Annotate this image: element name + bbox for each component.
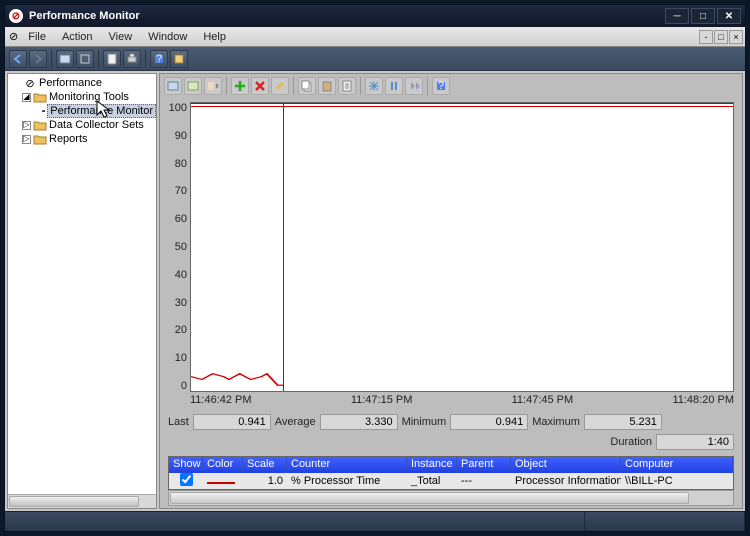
- tree-monitoring-tools[interactable]: ◢ Monitoring Tools: [8, 90, 156, 104]
- min-label: Minimum: [402, 416, 447, 428]
- print-button[interactable]: [123, 50, 141, 68]
- menu-help[interactable]: Help: [195, 29, 234, 45]
- view-graph-button[interactable]: [184, 77, 202, 95]
- close-button[interactable]: ✕: [717, 8, 741, 24]
- max-label: Maximum: [532, 416, 580, 428]
- app-icon: ⊘: [9, 9, 23, 23]
- dur-value: 1:40: [656, 434, 734, 450]
- tree-item-perfmon[interactable]: Performance Monitor: [8, 104, 156, 118]
- chart-line: [191, 103, 733, 391]
- menu-file[interactable]: File: [20, 29, 54, 45]
- perfmon-toolbar: ?: [160, 74, 742, 98]
- expand-icon[interactable]: ▷: [22, 135, 31, 144]
- show-hide-tree-button[interactable]: [56, 50, 74, 68]
- perfmon-window: ⊘ Performance Monitor ─ □ ✕ ⊘ File Actio…: [4, 4, 746, 532]
- tree-root[interactable]: ⊘ Performance: [8, 76, 156, 90]
- max-value: 5.231: [584, 414, 662, 430]
- maximize-button[interactable]: □: [691, 8, 715, 24]
- grid-header[interactable]: Show Color Scale Counter Instance Parent…: [169, 457, 733, 473]
- min-value: 0.941: [450, 414, 528, 430]
- app-menu-icon[interactable]: ⊘: [9, 30, 18, 43]
- results-pane: ? 1009080706050403020100 11:46:42 PM11:4…: [159, 73, 743, 509]
- copy-button[interactable]: [298, 77, 316, 95]
- stats-row: Last 0.941 Average 3.330 Minimum 0.941 M…: [160, 410, 742, 434]
- chart-plot[interactable]: [190, 102, 734, 392]
- titlebar[interactable]: ⊘ Performance Monitor ─ □ ✕: [5, 5, 745, 27]
- col-counter[interactable]: Counter: [287, 457, 407, 473]
- cell-instance: _Total: [407, 474, 457, 488]
- back-button[interactable]: [9, 50, 27, 68]
- cell-object: Processor Information: [511, 474, 621, 488]
- collapse-icon[interactable]: ◢: [22, 93, 31, 102]
- update-button[interactable]: [405, 77, 423, 95]
- help-button[interactable]: ?: [150, 50, 168, 68]
- col-color[interactable]: Color: [203, 457, 243, 473]
- grid-row[interactable]: 1.0 % Processor Time _Total --- Processo…: [169, 473, 733, 489]
- view-type-button[interactable]: [204, 77, 222, 95]
- stats-row2: Duration 1:40: [160, 434, 742, 454]
- add-counter-button[interactable]: [231, 77, 249, 95]
- window-title: Performance Monitor: [29, 10, 140, 22]
- x-axis: 11:46:42 PM11:47:15 PM11:47:45 PM11:48:2…: [160, 392, 742, 410]
- toolbar-help-button[interactable]: ?: [432, 77, 450, 95]
- mmc-toolbar: ?: [5, 47, 745, 71]
- counter-grid[interactable]: Show Color Scale Counter Instance Parent…: [168, 456, 734, 490]
- col-parent[interactable]: Parent: [457, 457, 511, 473]
- action-button[interactable]: [170, 50, 188, 68]
- col-object[interactable]: Object: [511, 457, 621, 473]
- y-axis: 1009080706050403020100: [164, 102, 190, 392]
- forward-button[interactable]: [29, 50, 47, 68]
- expand-icon[interactable]: ▷: [22, 121, 31, 130]
- col-show[interactable]: Show: [169, 457, 203, 473]
- grid-scrollbar[interactable]: [168, 490, 734, 506]
- export-button[interactable]: [76, 50, 94, 68]
- console-tree[interactable]: ⊘ Performance ◢ Monitoring Tools Perform…: [7, 73, 157, 509]
- statusbar: [5, 511, 745, 531]
- menubar: ⊘ File Action View Window Help - □ ×: [5, 27, 745, 47]
- dur-label: Duration: [610, 436, 652, 448]
- paste-button[interactable]: [318, 77, 336, 95]
- col-computer[interactable]: Computer: [621, 457, 733, 473]
- col-scale[interactable]: Scale: [243, 457, 287, 473]
- mdi-close-button[interactable]: ×: [729, 30, 743, 44]
- avg-value: 3.330: [320, 414, 398, 430]
- svg-text:?: ?: [438, 80, 444, 92]
- cell-parent: ---: [457, 474, 511, 488]
- delete-counter-button[interactable]: [251, 77, 269, 95]
- perf-icon: ⊘: [23, 77, 37, 89]
- svg-text:?: ?: [156, 53, 162, 65]
- tree-scrollbar[interactable]: [8, 494, 156, 508]
- folder-icon: [33, 91, 47, 103]
- tree-reports[interactable]: ▷ Reports: [8, 132, 156, 146]
- cell-computer: \\BILL-PC: [621, 474, 733, 488]
- color-swatch: [203, 474, 243, 488]
- pause-button[interactable]: [385, 77, 403, 95]
- menu-action[interactable]: Action: [54, 29, 101, 45]
- cell-scale: 1.0: [243, 474, 287, 488]
- show-checkbox[interactable]: [180, 473, 193, 486]
- view-log-button[interactable]: [164, 77, 182, 95]
- monitor-icon: [42, 105, 45, 117]
- last-label: Last: [168, 416, 189, 428]
- mdi-restore-button[interactable]: □: [714, 30, 728, 44]
- avg-label: Average: [275, 416, 316, 428]
- folder-icon: [33, 133, 47, 145]
- menu-window[interactable]: Window: [140, 29, 195, 45]
- chart-props-button[interactable]: [338, 77, 356, 95]
- properties-button[interactable]: [103, 50, 121, 68]
- cell-counter: % Processor Time: [287, 474, 407, 488]
- col-instance[interactable]: Instance: [407, 457, 457, 473]
- highlight-button[interactable]: [271, 77, 289, 95]
- folder-icon: [33, 119, 47, 131]
- last-value: 0.941: [193, 414, 271, 430]
- menu-view[interactable]: View: [101, 29, 141, 45]
- minimize-button[interactable]: ─: [665, 8, 689, 24]
- mdi-minimize-button[interactable]: -: [699, 30, 713, 44]
- tree-dcs[interactable]: ▷ Data Collector Sets: [8, 118, 156, 132]
- freeze-button[interactable]: [365, 77, 383, 95]
